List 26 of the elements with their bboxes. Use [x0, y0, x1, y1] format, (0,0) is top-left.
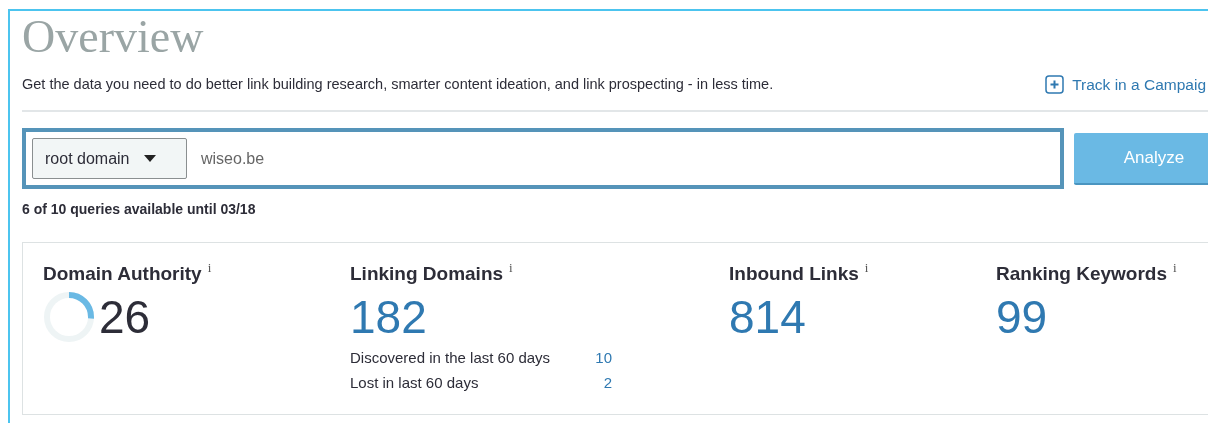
metric-label: Ranking Keywords [996, 262, 1168, 287]
description-text: Get the data you need to do better link building research, smarter content ideation, and link prospecting - in less time. [22, 74, 774, 94]
scope-dropdown[interactable]: root domain [32, 138, 187, 180]
metric-value: 814 [729, 290, 806, 346]
track-campaign-link[interactable]: Track in a Campaig [1045, 73, 1206, 97]
page-title: Overview [22, 11, 204, 63]
search-field[interactable]: root domain wiseo.be [22, 128, 1064, 190]
domain-input-value: wiseo.be [201, 148, 265, 169]
info-icon[interactable]: i [509, 261, 513, 275]
info-icon[interactable]: i [207, 261, 212, 275]
detail-label: Discovered in the last 60 days [350, 348, 551, 369]
metric-label: Domain Authority [43, 262, 202, 287]
detail-count-link[interactable]: 10 [595, 345, 612, 371]
metric-value: 26 [99, 290, 151, 346]
info-icon[interactable]: i [864, 261, 869, 275]
detail-label: Lost in last 60 days [350, 373, 479, 394]
metric-label: Linking Domains [350, 262, 504, 287]
metric-value: 99 [996, 290, 1048, 346]
metric-value: 182 [350, 290, 427, 346]
quota-text: 6 of 10 queries available until 03/18 [22, 200, 256, 220]
detail-count-link[interactable]: 2 [603, 370, 612, 396]
info-icon[interactable]: i [1173, 261, 1177, 275]
score-ring [43, 291, 95, 344]
plus-icon [1045, 75, 1065, 95]
metric-label: Inbound Links [729, 262, 859, 287]
caret-icon [143, 155, 156, 163]
